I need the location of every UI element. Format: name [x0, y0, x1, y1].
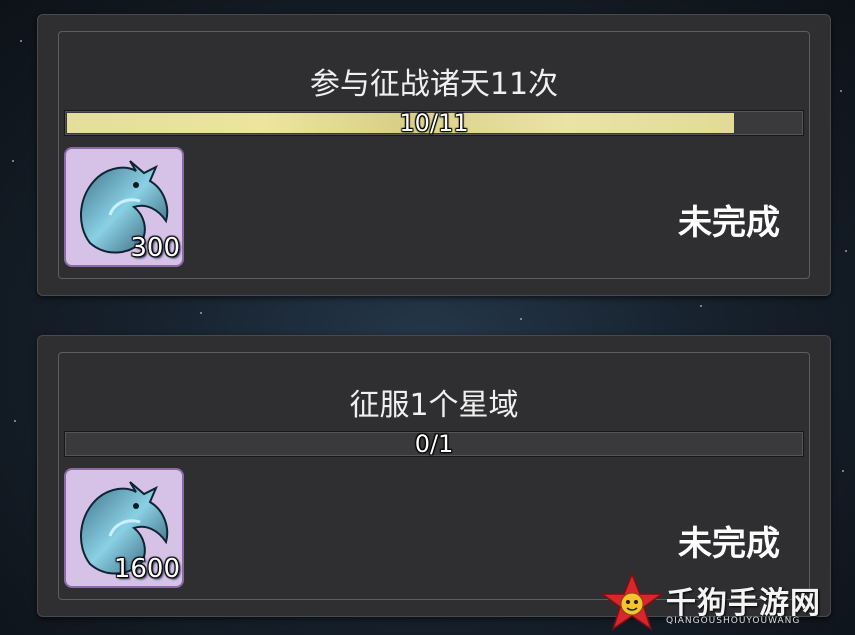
- reward-item[interactable]: 300: [64, 147, 184, 267]
- quest-title: 征服1个星域: [349, 388, 519, 423]
- reward-count: 300: [130, 233, 180, 263]
- quest-title: 参与征战诸天11次: [309, 67, 559, 102]
- quest-status: 未完成: [678, 203, 780, 243]
- quest-progress-bar: 0/1: [64, 431, 804, 457]
- site-watermark: 千狗手游网 QIANGOUSHOUYOUWANG: [600, 572, 855, 635]
- reward-count: 1600: [113, 554, 180, 584]
- reward-item[interactable]: 1600: [64, 468, 184, 588]
- quest-progress-bar: 10/11: [64, 110, 804, 136]
- quest-progress-text: 10/11: [399, 109, 469, 137]
- star-mascot-logo-icon: [600, 572, 664, 631]
- quest-card: 参与征战诸天11次 10/11 300 未完成: [37, 14, 831, 296]
- quest-progress-text: 0/1: [414, 430, 454, 458]
- watermark-subtitle: QIANGOUSHOUYOUWANG: [666, 616, 801, 626]
- quest-status: 未完成: [678, 524, 780, 564]
